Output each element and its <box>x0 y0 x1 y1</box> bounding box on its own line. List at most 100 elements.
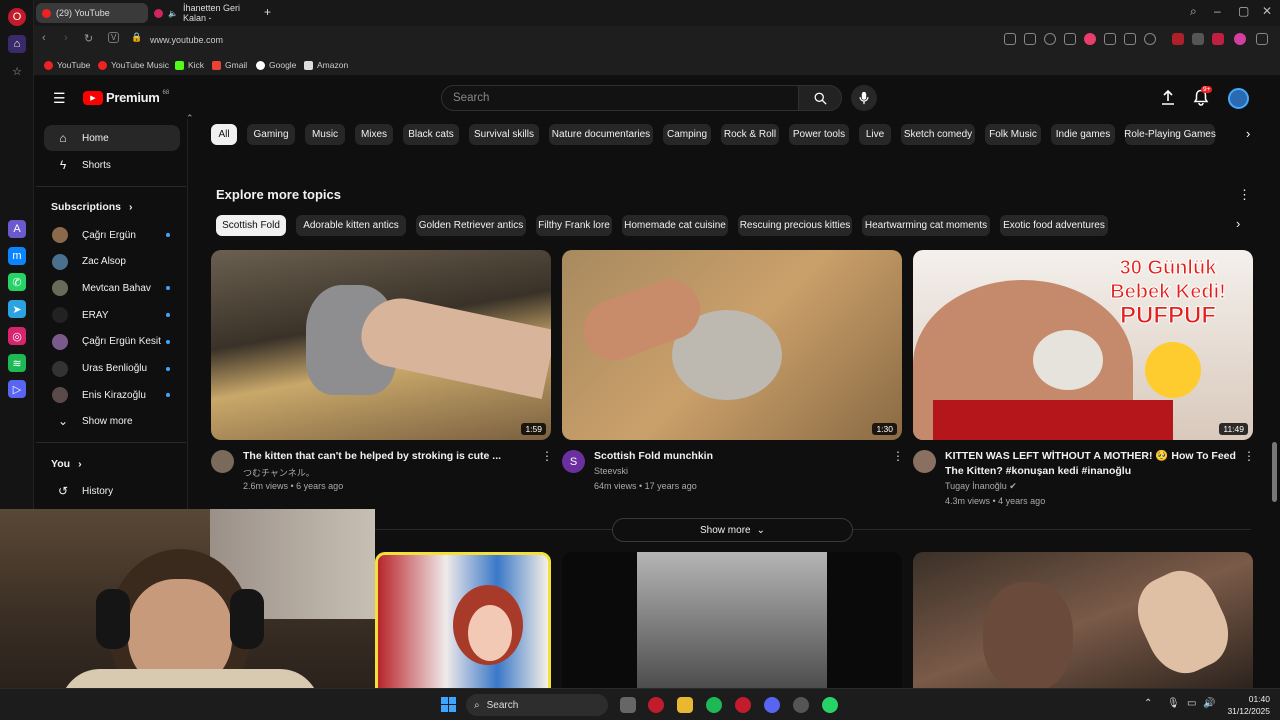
task-view-icon[interactable] <box>620 697 636 713</box>
filter-chip[interactable]: Black cats <box>403 124 459 145</box>
topic-chip[interactable]: Scottish Fold <box>216 215 286 236</box>
extension-icon[interactable] <box>1234 33 1246 45</box>
taskbar-search[interactable]: ⌕ Search <box>466 694 608 716</box>
bookmark-kick[interactable]: Kick <box>175 58 204 72</box>
home-panel-icon[interactable]: ⌂ <box>8 35 26 53</box>
download-icon[interactable] <box>1104 33 1116 45</box>
extension-icon[interactable] <box>1212 33 1224 45</box>
menu-icon[interactable] <box>1124 33 1136 45</box>
video-thumbnail[interactable]: 1:30 <box>562 250 902 440</box>
video-thumbnail[interactable] <box>375 552 551 692</box>
more-options-icon[interactable]: ⋮ <box>1238 187 1251 203</box>
filter-chip[interactable]: Power tools <box>789 124 849 145</box>
filter-chip[interactable]: All <box>211 124 237 145</box>
subscriptions-heading[interactable]: Subscriptions › <box>44 194 180 220</box>
sidebar-item-history[interactable]: ↺ History <box>44 478 180 504</box>
topic-scroll-right-icon[interactable]: › <box>1236 216 1240 231</box>
instagram-icon[interactable]: ◎ <box>8 327 26 345</box>
filter-chip[interactable]: Mixes <box>355 124 393 145</box>
sidebar-item-home[interactable]: ⌂ Home <box>44 125 180 151</box>
opera-gx-icon[interactable] <box>735 697 751 713</box>
filter-chip[interactable]: Rock & Roll <box>721 124 779 145</box>
channel-avatar[interactable]: S <box>562 450 585 473</box>
channel-avatar[interactable] <box>913 450 936 473</box>
bookmark-google[interactable]: Google <box>256 58 296 72</box>
back-icon[interactable]: ‹ <box>42 32 46 44</box>
extension-icon[interactable] <box>1172 33 1184 45</box>
filter-chip[interactable]: Sketch comedy <box>901 124 975 145</box>
topic-chip[interactable]: Adorable kitten antics <box>296 215 406 236</box>
topic-chip[interactable]: Golden Retriever antics <box>416 215 526 236</box>
play-icon[interactable] <box>1064 33 1076 45</box>
youtube-logo[interactable]: ▶ Premium 68 <box>83 90 169 105</box>
channel-name[interactable]: Tugay İnanoğlu ✔ <box>945 481 1017 492</box>
profile-icon[interactable] <box>1144 33 1156 45</box>
sidebar-subscription[interactable]: Zac Alsop <box>44 249 180 275</box>
camera-icon[interactable] <box>1024 33 1036 45</box>
topic-chip[interactable]: Exotic food adventures <box>1000 215 1108 236</box>
sidebar-subscription[interactable]: Çağrı Ergün <box>44 222 180 248</box>
opera-logo-icon[interactable]: O <box>8 8 26 26</box>
extensions-icon[interactable] <box>1256 33 1268 45</box>
filter-chip[interactable]: Gaming <box>247 124 295 145</box>
topic-chip[interactable]: Heartwarming cat moments <box>862 215 990 236</box>
account-avatar[interactable] <box>1228 88 1249 109</box>
sidebar-item-shorts[interactable]: ϟ Shorts <box>44 152 180 178</box>
spotify-icon[interactable] <box>706 697 722 713</box>
search-input[interactable]: Search <box>441 85 799 111</box>
bookmark-youtube[interactable]: YouTube <box>44 58 90 72</box>
bookmark-youtube-music[interactable]: YouTube Music <box>98 58 169 72</box>
network-icon[interactable]: ▭ <box>1187 698 1196 709</box>
video-title[interactable]: KITTEN WAS LEFT WİTHOUT A MOTHER! 🥺 How … <box>945 449 1245 464</box>
sidebar-subscription[interactable]: Enis Kirazoğlu <box>44 382 180 408</box>
channel-name[interactable]: Steevski <box>594 466 628 476</box>
filter-chip[interactable]: Music <box>305 124 345 145</box>
chip-scroll-right-icon[interactable]: › <box>1246 126 1250 141</box>
page-scrollbar[interactable] <box>1272 442 1277 502</box>
sidebar-subscription[interactable]: ERAY <box>44 302 180 328</box>
show-more-button[interactable]: Show more ⌄ <box>612 518 853 542</box>
sidebar-subscription[interactable]: Mevtcan Bahav <box>44 275 180 301</box>
search-button[interactable] <box>798 85 842 111</box>
discord-icon[interactable] <box>764 697 780 713</box>
app-icon[interactable] <box>793 697 809 713</box>
filter-chip[interactable]: Camping <box>663 124 711 145</box>
forward-icon[interactable]: › <box>64 32 68 44</box>
notifications-button[interactable]: 9+ <box>1193 86 1213 111</box>
video-title[interactable]: Scottish Fold munchkin <box>594 449 864 464</box>
messenger-icon[interactable]: m <box>8 247 26 265</box>
url-field[interactable]: www.youtube.com <box>150 31 1090 49</box>
whatsapp-icon[interactable]: ✆ <box>8 273 26 291</box>
aria-icon[interactable]: A <box>8 220 26 238</box>
filter-chip[interactable]: Folk Music <box>985 124 1041 145</box>
bookmark-gmail[interactable]: Gmail <box>212 58 247 72</box>
upload-icon[interactable] <box>1161 90 1175 106</box>
sidebar-subscription[interactable]: Uras Benlioğlu <box>44 356 180 382</box>
heart-icon[interactable] <box>1084 33 1096 45</box>
filter-chip[interactable]: Indie games <box>1051 124 1115 145</box>
microphone-icon[interactable]: 🎙 <box>1167 698 1180 709</box>
topic-chip[interactable]: Rescuing precious kitties <box>738 215 852 236</box>
telegram-icon[interactable]: ➤ <box>8 300 26 318</box>
edit-icon[interactable] <box>1004 33 1016 45</box>
reload-icon[interactable]: ↻ <box>84 32 93 45</box>
sidebar-show-more[interactable]: ⌄ Show more <box>44 408 180 434</box>
topic-chip[interactable]: Filthy Frank lore <box>536 215 612 236</box>
channel-name[interactable]: つむチャンネル。 <box>243 466 315 479</box>
hamburger-icon[interactable]: ☰ <box>53 90 66 107</box>
channel-avatar[interactable] <box>211 450 234 473</box>
sidebar-subscription[interactable]: Çağrı Ergün Kesit <box>44 329 180 355</box>
pinboard-icon[interactable]: ☆ <box>8 62 26 80</box>
player-icon[interactable]: ▷ <box>8 380 26 398</box>
maximize-icon[interactable]: ▢ <box>1238 4 1249 18</box>
new-tab-icon[interactable]: + <box>264 5 271 19</box>
filter-chip[interactable]: Live <box>859 124 891 145</box>
voice-search-button[interactable] <box>851 85 877 111</box>
opera-icon[interactable] <box>648 697 664 713</box>
filter-chip[interactable]: Role-Playing Games <box>1124 124 1216 145</box>
vpn-badge[interactable]: V <box>108 32 120 43</box>
spotify-icon[interactable]: ≋ <box>8 354 26 372</box>
filter-chip[interactable]: Nature documentaries <box>549 124 653 145</box>
video-menu-icon[interactable]: ⋮ <box>1243 449 1255 463</box>
topic-chip[interactable]: Homemade cat cuisine <box>622 215 728 236</box>
